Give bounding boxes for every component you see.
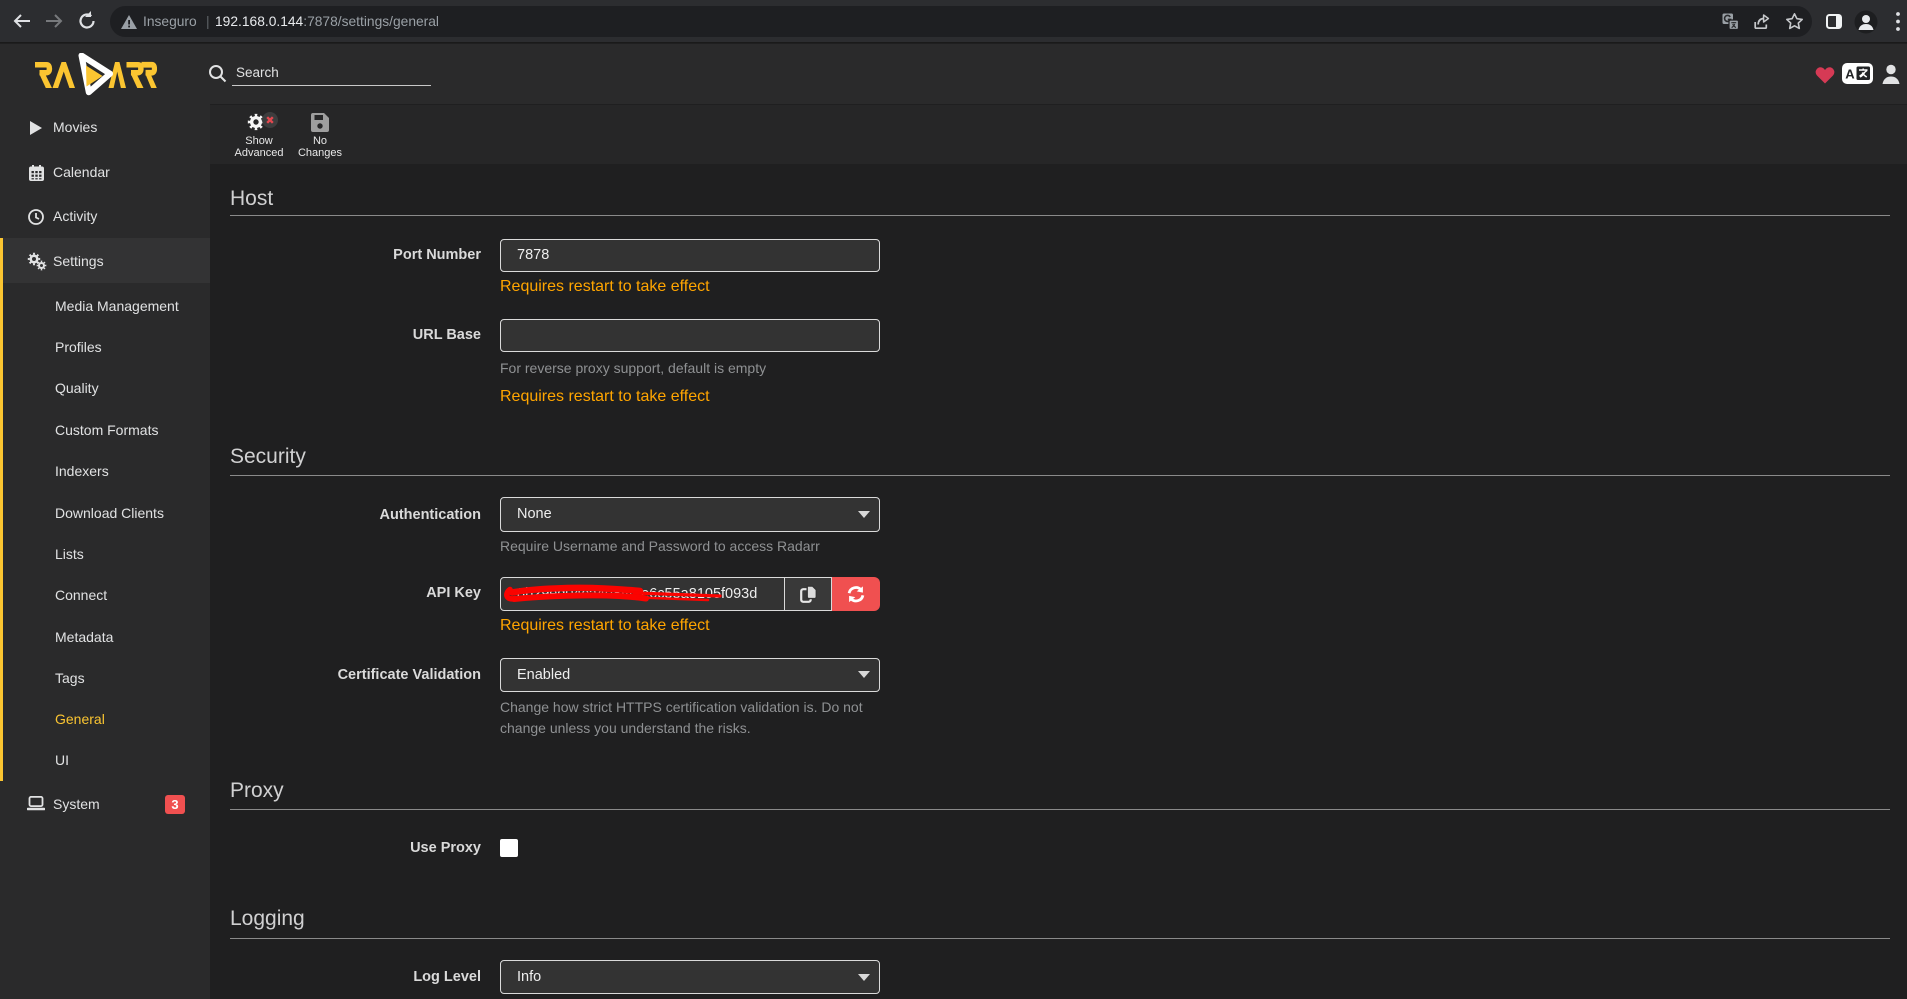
svg-text:A: A [1845, 67, 1855, 82]
